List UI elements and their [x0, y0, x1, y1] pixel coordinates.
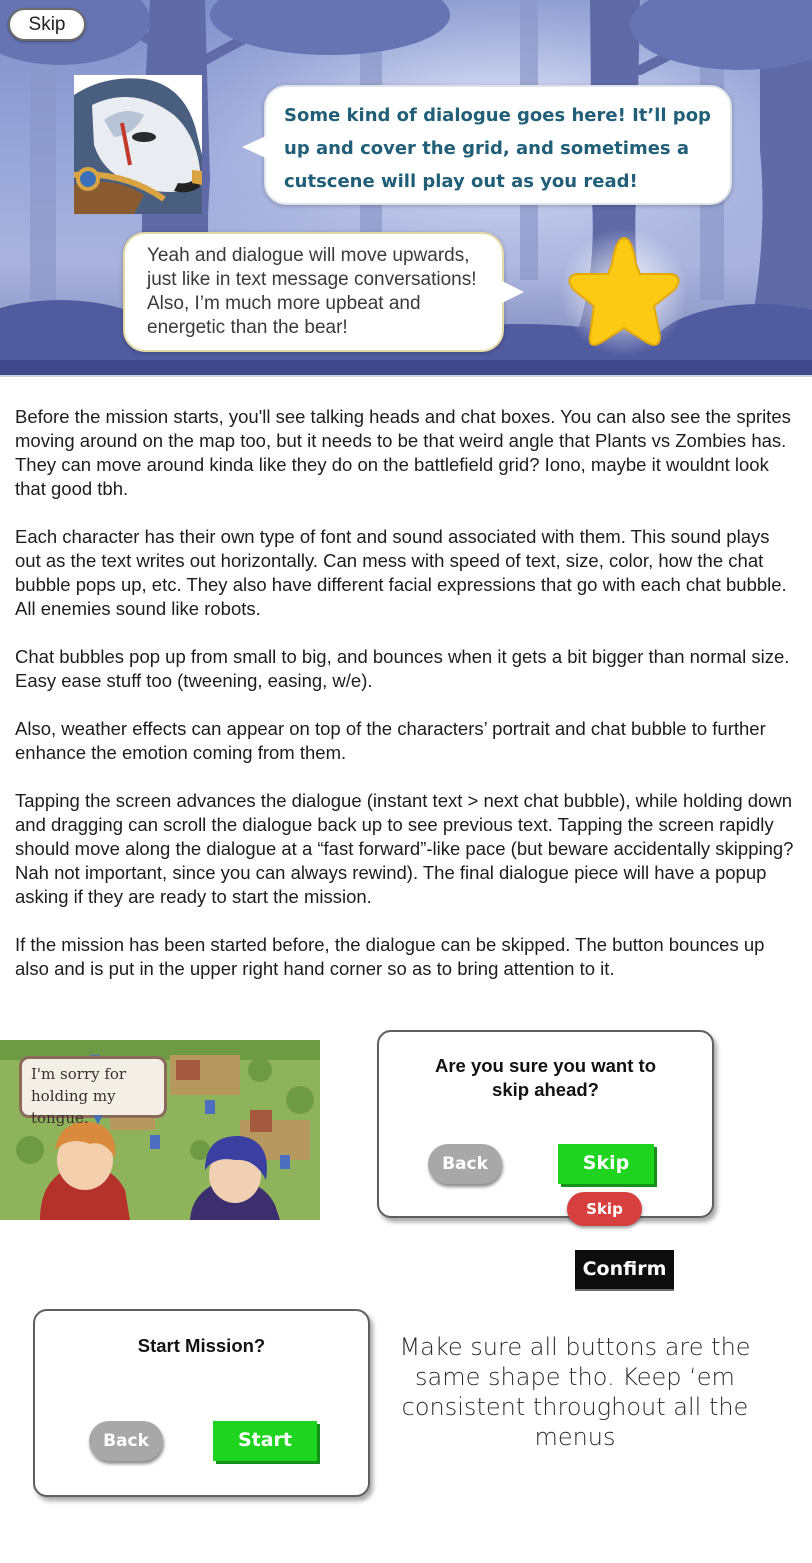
star-character-icon: [560, 228, 688, 356]
game-dialogue-box: I'm sorry for holding my tongue. ▼: [19, 1056, 167, 1127]
bear-speech-bubble: Some kind of dialogue goes here! It’ll p…: [242, 85, 732, 205]
notes-paragraph: If the mission has been started before, …: [15, 934, 765, 979]
skip-confirm-dialog: Are you sure you want to skip ahead? Bac…: [377, 1030, 714, 1218]
bubble-tail: [242, 135, 268, 159]
start-mission-dialog: Start Mission? Back Start: [33, 1309, 370, 1497]
dialog-title: Are you sure you want to skip ahead?: [434, 1055, 656, 1100]
game-dialogue-text: I'm sorry for holding my tongue.: [31, 1065, 127, 1127]
alt-skip-button[interactable]: Skip: [567, 1192, 642, 1226]
notes-paragraph: Also, weather effects can appear on top …: [15, 718, 766, 763]
start-button[interactable]: Start: [213, 1421, 317, 1461]
confirm-button[interactable]: Confirm: [575, 1250, 674, 1291]
skip-button[interactable]: Skip: [8, 8, 86, 41]
bubble-tail: [500, 280, 524, 304]
skip-confirm-button[interactable]: Skip: [558, 1144, 654, 1184]
notes-paragraph: Tapping the screen advances the dialogue…: [15, 790, 794, 907]
star-speech-bubble: Yeah and dialogue will move upwards, jus…: [123, 232, 524, 352]
design-notes: Before the mission starts, you'll see ta…: [15, 405, 800, 1005]
notes-paragraph: Before the mission starts, you'll see ta…: [15, 406, 791, 499]
back-button[interactable]: Back: [89, 1421, 163, 1461]
cutscene-preview: Skip Some kind of dialogue goes here! It…: [0, 0, 812, 375]
continue-arrow-icon: ▼: [93, 1112, 103, 1126]
bear-portrait: [74, 75, 202, 214]
star-dialogue-text: Yeah and dialogue will move upwards, jus…: [147, 245, 477, 338]
section-divider: [0, 375, 812, 377]
design-note: Make sure all buttons are the same shape…: [399, 1333, 751, 1451]
back-button[interactable]: Back: [428, 1144, 502, 1184]
bear-dialogue-text: Some kind of dialogue goes here! It’ll p…: [284, 105, 711, 192]
dialog-title: Start Mission?: [137, 1335, 266, 1356]
notes-paragraph: Each character has their own type of fon…: [15, 526, 787, 619]
notes-paragraph: Chat bubbles pop up from small to big, a…: [15, 646, 790, 691]
reference-game-screenshot: I'm sorry for holding my tongue. ▼: [0, 1040, 320, 1220]
